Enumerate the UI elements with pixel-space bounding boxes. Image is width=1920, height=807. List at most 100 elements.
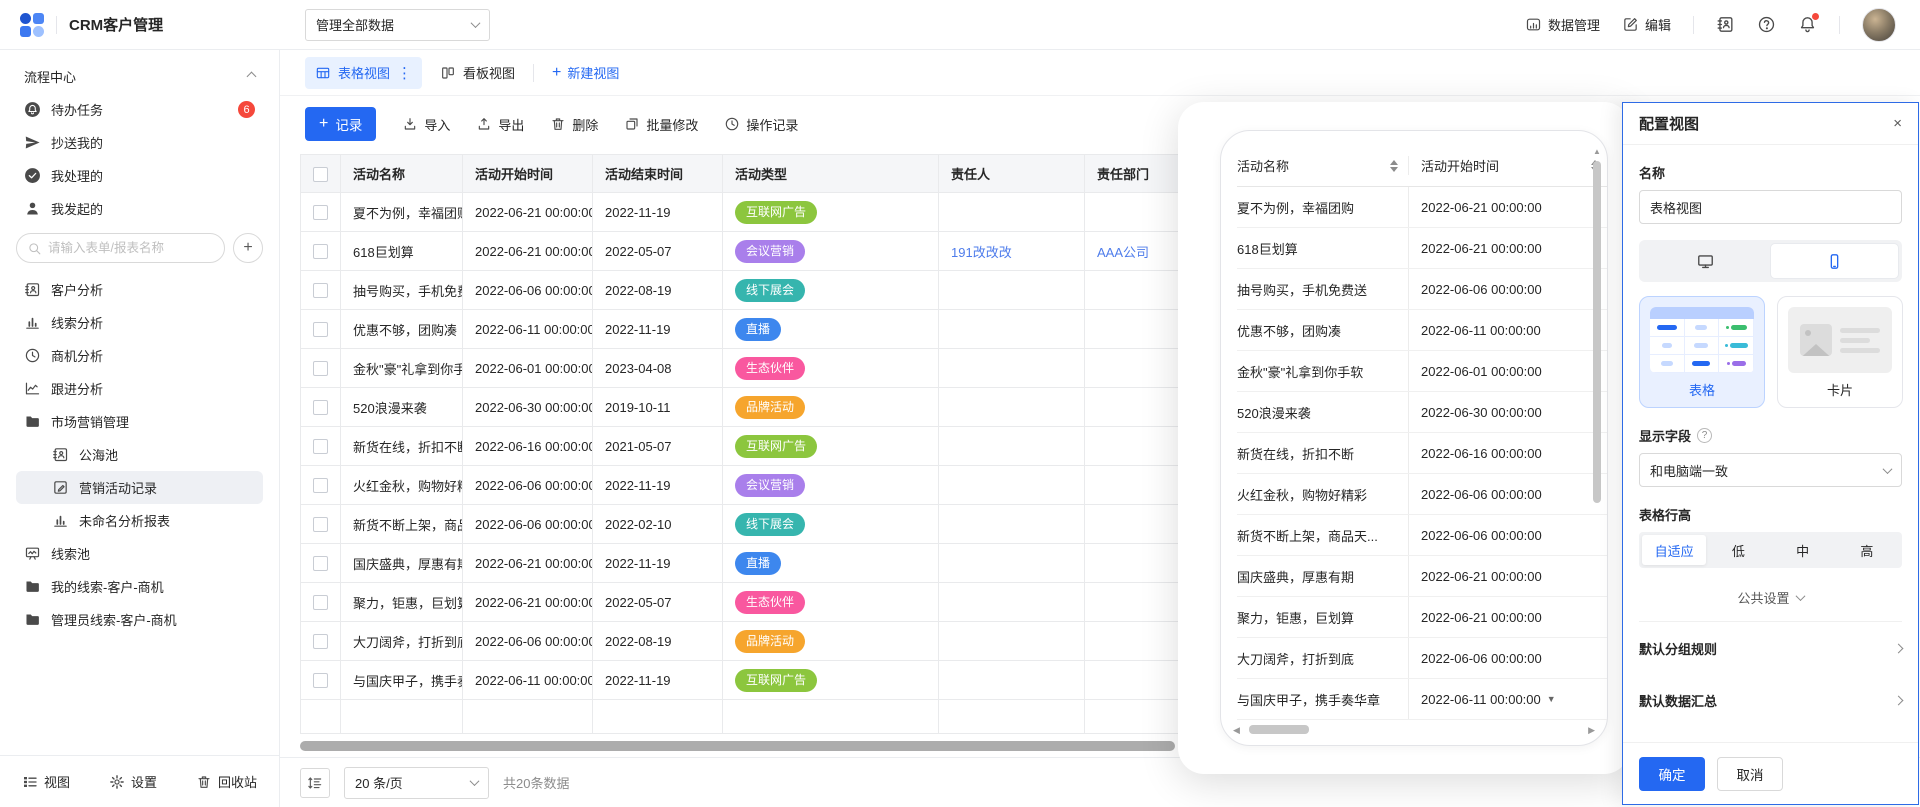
sidebar-nav-item[interactable]: 管理员线索-客户-商机 [16, 603, 263, 636]
sidebar-process-item[interactable]: 我处理的 [16, 159, 263, 192]
search-input[interactable] [48, 241, 214, 255]
sidebar-nav-item[interactable]: 市场营销管理 [16, 405, 263, 438]
hscroll-thumb[interactable] [1249, 725, 1309, 734]
row-checkbox[interactable] [313, 595, 328, 610]
sidebar-footer-item[interactable]: 视图 [22, 772, 70, 791]
preview-row[interactable]: 优惠不够，团购凑 2022-06-11 00:00:00 [1237, 310, 1608, 351]
sidebar-nav-item[interactable]: 客户分析 [16, 273, 263, 306]
sidebar-footer-item[interactable]: 设置 [109, 772, 157, 791]
select-all-checkbox[interactable] [313, 167, 328, 182]
mobile-toggle[interactable] [1770, 243, 1900, 279]
view-name-input[interactable] [1639, 190, 1902, 224]
data-scope-select[interactable]: 管理全部数据 [305, 9, 490, 41]
help-button[interactable] [1757, 15, 1776, 34]
row-checkbox[interactable] [313, 478, 328, 493]
row-checkbox[interactable] [313, 673, 328, 688]
add-form-button[interactable]: + [233, 233, 263, 263]
action-log-button[interactable]: 操作记录 [724, 115, 798, 134]
tab-board-view[interactable]: 看板视图 [440, 63, 515, 82]
preview-cell-name: 新货不断上架，商品天... [1237, 515, 1409, 555]
right-arrow-icon[interactable]: ▶ [1588, 725, 1595, 736]
row-height-button[interactable] [300, 768, 330, 798]
row-height-option-mid[interactable]: 中 [1771, 535, 1835, 565]
row-checkbox[interactable] [313, 400, 328, 415]
row-checkbox[interactable] [313, 517, 328, 532]
default-group-rule-row[interactable]: 默认分组规则 [1639, 622, 1902, 674]
help-icon[interactable]: ? [1697, 428, 1712, 443]
preview-row[interactable]: 国庆盛典，厚惠有期 2022-06-21 00:00:00 [1237, 556, 1608, 597]
horizontal-scrollbar[interactable] [300, 741, 1175, 751]
preview-row[interactable]: 夏不为例，幸福团购 2022-06-21 00:00:00 [1237, 187, 1608, 228]
edit-button[interactable]: 编辑 [1622, 15, 1671, 34]
sidebar-nav-item[interactable]: 跟进分析 [16, 372, 263, 405]
sidebar-nav-item[interactable]: 公海池 [16, 438, 263, 471]
vscroll-thumb[interactable] [1593, 161, 1601, 503]
cancel-button[interactable]: 取消 [1717, 757, 1783, 791]
row-checkbox[interactable] [313, 322, 328, 337]
left-arrow-icon[interactable]: ◀ [1233, 725, 1240, 736]
sidebar-nav-item[interactable]: 商机分析 [16, 339, 263, 372]
delete-button[interactable]: 删除 [550, 115, 598, 134]
preview-row[interactable]: 与国庆甲子，携手奏华章 2022-06-11 00:00:00▼ [1237, 679, 1608, 720]
layout-card-card[interactable]: 卡片 [1777, 296, 1903, 408]
row-checkbox[interactable] [313, 244, 328, 259]
sidebar-nav-item[interactable]: 我的线索-客户-商机 [16, 570, 263, 603]
up-arrow-icon[interactable]: ▲ [1593, 147, 1601, 156]
new-view-button[interactable]: + 新建视图 [552, 63, 619, 82]
sidebar-section-process-center[interactable]: 流程中心 [16, 60, 263, 93]
data-manage-button[interactable]: 数据管理 [1525, 15, 1600, 34]
preview-sort-header-name[interactable]: 活动名称 [1237, 156, 1409, 175]
sidebar-footer-item[interactable]: 回收站 [196, 772, 257, 791]
display-field-select[interactable]: 和电脑端一致 [1639, 453, 1902, 487]
page-size-select[interactable]: 20 条/页 [344, 767, 489, 799]
docs-button[interactable] [1716, 15, 1735, 34]
sidebar-nav-item[interactable]: 线索分析 [16, 306, 263, 339]
row-height-option-low[interactable]: 低 [1706, 535, 1770, 565]
owner-link[interactable]: 191改改改 [951, 245, 1012, 260]
sidebar-search[interactable] [16, 233, 225, 263]
sidebar-process-item[interactable]: 我发起的 [16, 192, 263, 225]
import-button[interactable]: 导入 [402, 115, 450, 134]
row-checkbox[interactable] [313, 283, 328, 298]
preview-row[interactable]: 聚力，钜惠，巨划算 2022-06-21 00:00:00 [1237, 597, 1608, 638]
sidebar-nav-item[interactable]: 营销活动记录 [16, 471, 263, 504]
preview-row[interactable]: 新货在线，折扣不断 2022-06-16 00:00:00 [1237, 433, 1608, 474]
add-record-button[interactable]: + 记录 [305, 107, 376, 141]
layout-card-table[interactable]: 表格 [1639, 296, 1765, 408]
sidebar-process-item[interactable]: 待办任务 6 [16, 93, 263, 126]
desktop-toggle[interactable] [1642, 243, 1770, 279]
tab-table-view[interactable]: 表格视图 ⋮ [305, 57, 422, 89]
row-checkbox[interactable] [313, 439, 328, 454]
confirm-button[interactable]: 确定 [1639, 757, 1705, 791]
preview-sort-header-start[interactable]: 活动开始时间 [1421, 156, 1608, 175]
preview-row[interactable]: 大刀阔斧，打折到底 2022-06-06 00:00:00 [1237, 638, 1608, 679]
row-checkbox[interactable] [313, 361, 328, 376]
notifications-button[interactable] [1798, 15, 1817, 34]
activity-type-badge: 互联网广告 [735, 669, 817, 692]
dept-link[interactable]: AAA公司 [1097, 245, 1149, 260]
row-height-option-auto[interactable]: 自适应 [1642, 535, 1706, 565]
export-button[interactable]: 导出 [476, 115, 524, 134]
preview-row[interactable]: 火红金秋，购物好精彩 2022-06-06 00:00:00 [1237, 474, 1608, 515]
sidebar-process-item[interactable]: 抄送我的 [16, 126, 263, 159]
preview-vertical-scrollbar[interactable]: ▲ [1592, 147, 1602, 699]
preview-row[interactable]: 618巨划算 2022-06-21 00:00:00 [1237, 228, 1608, 269]
chevron-right-icon [1894, 643, 1904, 653]
row-checkbox[interactable] [313, 634, 328, 649]
preview-row[interactable]: 金秋"豪"礼拿到你手软 2022-06-01 00:00:00 [1237, 351, 1608, 392]
sidebar-nav-item[interactable]: 线索池 [16, 537, 263, 570]
sidebar-nav-item[interactable]: 未命名分析报表 [16, 504, 263, 537]
common-settings-toggle[interactable]: 公共设置 [1639, 588, 1902, 607]
row-checkbox[interactable] [313, 205, 328, 220]
default-data-summary-row[interactable]: 默认数据汇总 [1639, 674, 1902, 726]
preview-horizontal-scrollbar[interactable]: ◀ ▶ [1233, 724, 1581, 736]
preview-row[interactable]: 抽号购买，手机免费送 2022-06-06 00:00:00 [1237, 269, 1608, 310]
batch-edit-button[interactable]: 批量修改 [624, 115, 698, 134]
row-checkbox[interactable] [313, 556, 328, 571]
user-avatar[interactable] [1862, 8, 1896, 42]
preview-row[interactable]: 520浪漫来袭 2022-06-30 00:00:00 [1237, 392, 1608, 433]
more-icon[interactable]: ⋮ [397, 64, 412, 82]
close-icon[interactable]: × [1893, 116, 1902, 131]
preview-row[interactable]: 新货不断上架，商品天... 2022-06-06 00:00:00 [1237, 515, 1608, 556]
row-height-option-high[interactable]: 高 [1835, 535, 1899, 565]
